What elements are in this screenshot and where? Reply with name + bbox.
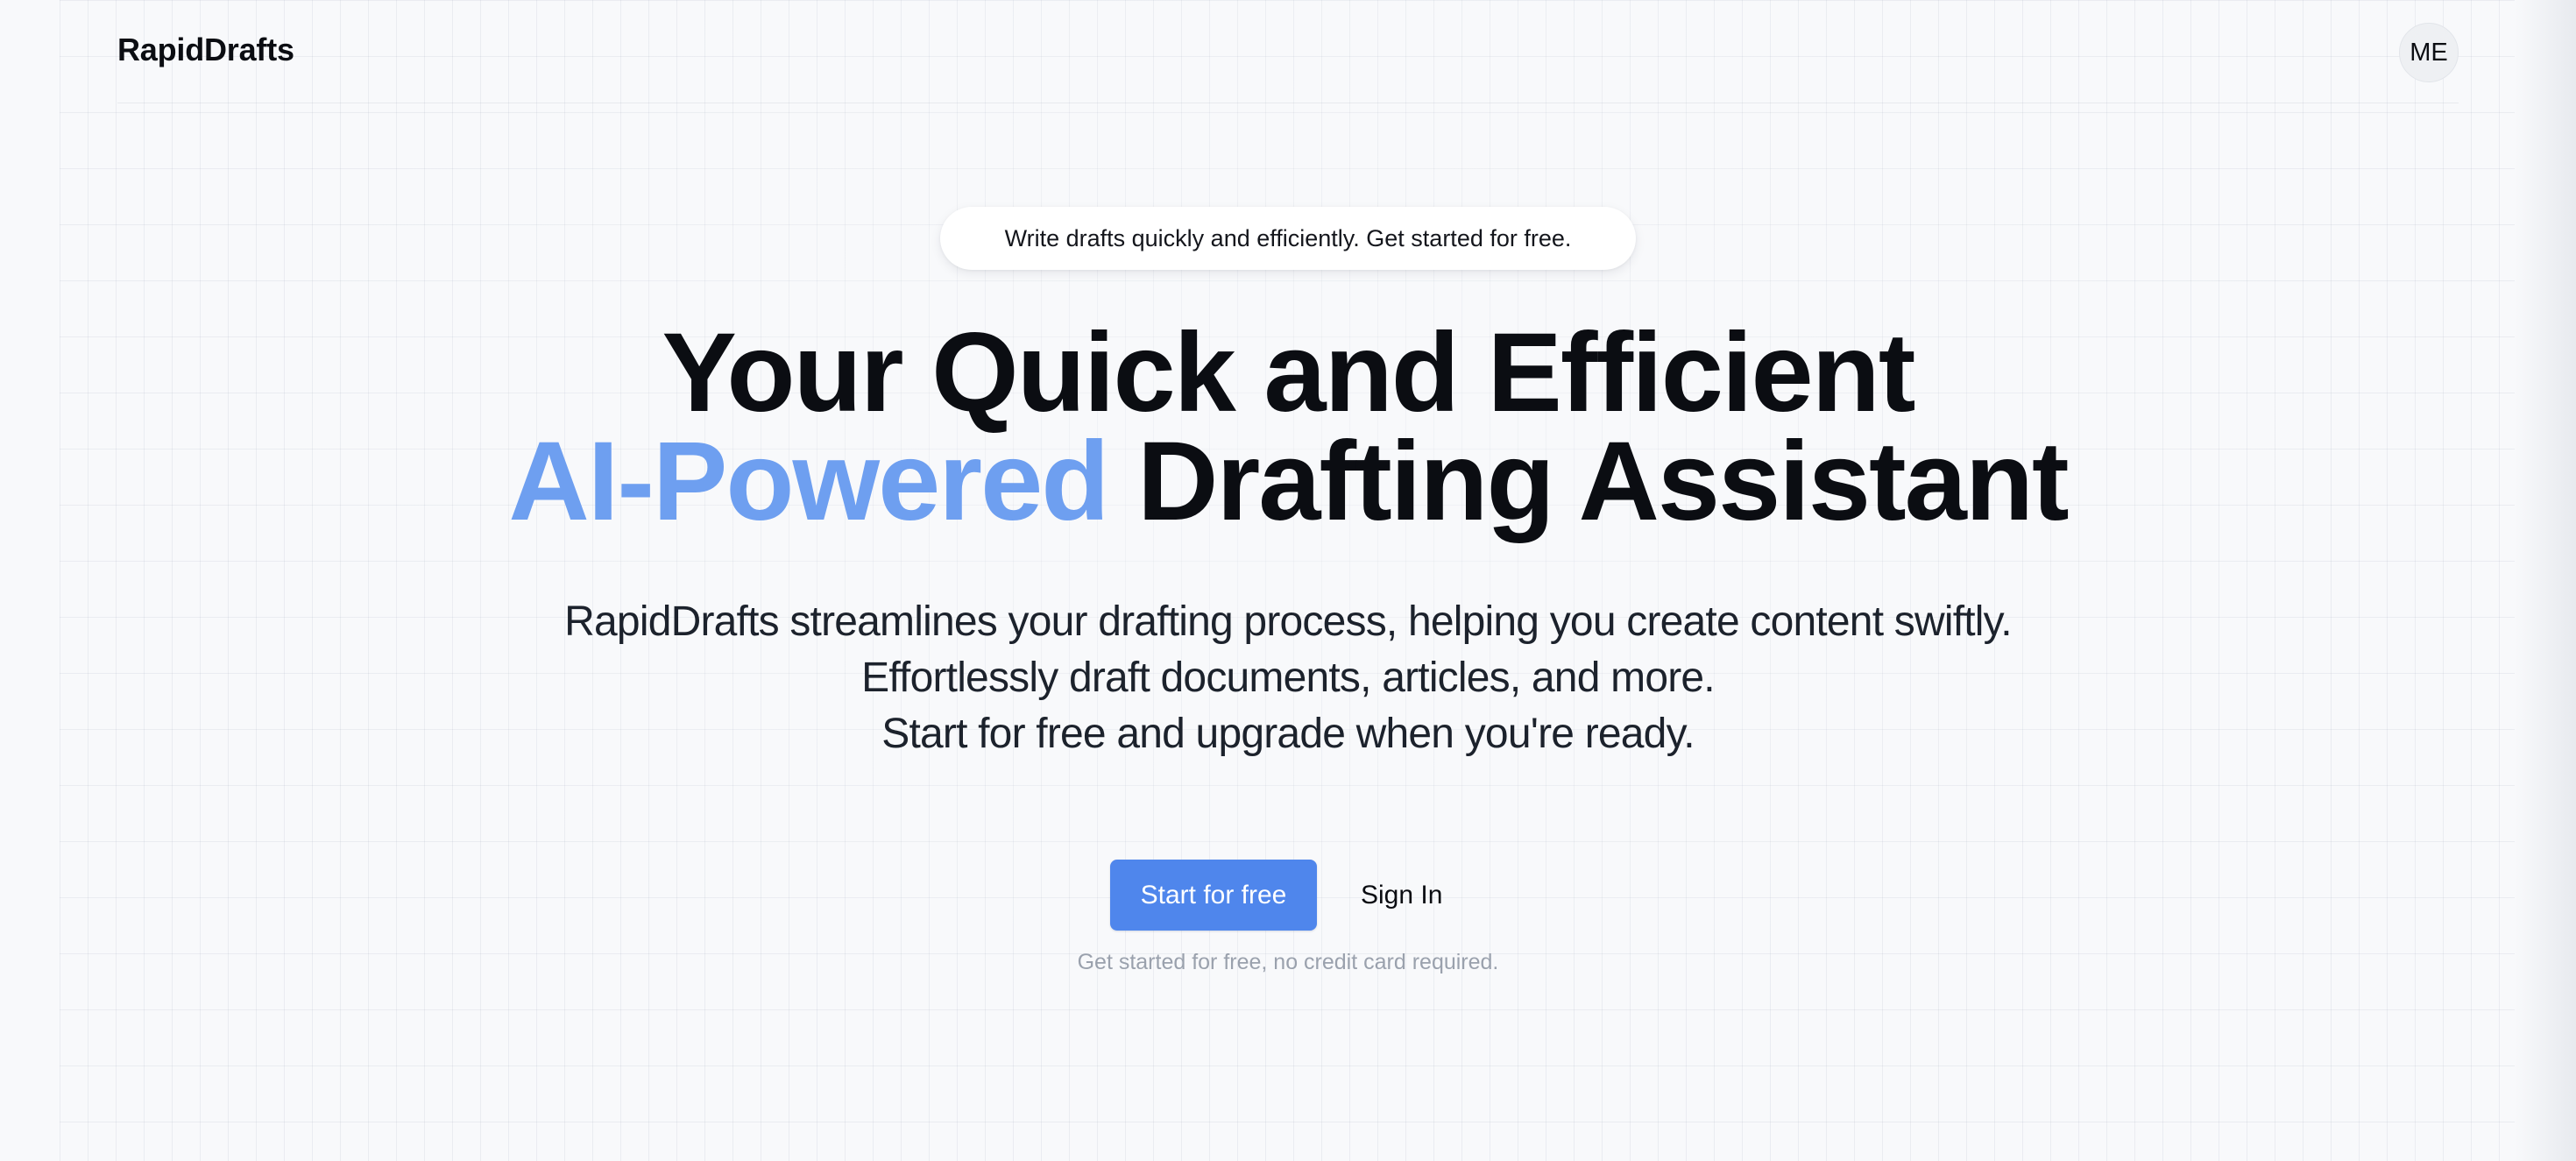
hero-description: RapidDrafts streamlines your drafting pr… — [0, 594, 2576, 762]
headline-line-2: Drafting Assistant — [1108, 419, 2070, 544]
landing-page: RapidDrafts ME Write drafts quickly and … — [0, 0, 2576, 1161]
description-line-2: Effortlessly draft documents, articles, … — [861, 655, 1715, 701]
site-header: RapidDrafts ME — [0, 0, 2576, 103]
headline-line-1: Your Quick and Efficient — [662, 310, 1916, 435]
cta-row: Start for free Sign In — [1110, 860, 1463, 931]
start-for-free-button[interactable]: Start for free — [1110, 860, 1317, 931]
description-line-1: RapidDrafts streamlines your drafting pr… — [564, 598, 2012, 645]
brand-logo[interactable]: RapidDrafts — [117, 32, 294, 68]
right-edge-shadow — [2515, 0, 2576, 1161]
user-avatar-button[interactable]: ME — [2399, 23, 2459, 82]
headline-accent: AI-Powered — [508, 419, 1109, 544]
sign-in-button[interactable]: Sign In — [1340, 860, 1463, 931]
grid-fade-overlay — [0, 0, 2576, 1161]
grid-background — [60, 0, 2515, 1161]
announcement-pill[interactable]: Write drafts quickly and efficiently. Ge… — [940, 207, 1636, 270]
description-line-3: Start for free and upgrade when you're r… — [881, 711, 1695, 757]
hero-headline: Your Quick and Efficient AI-Powered Draf… — [0, 317, 2576, 538]
no-credit-card-note: Get started for free, no credit card req… — [1077, 950, 1499, 974]
